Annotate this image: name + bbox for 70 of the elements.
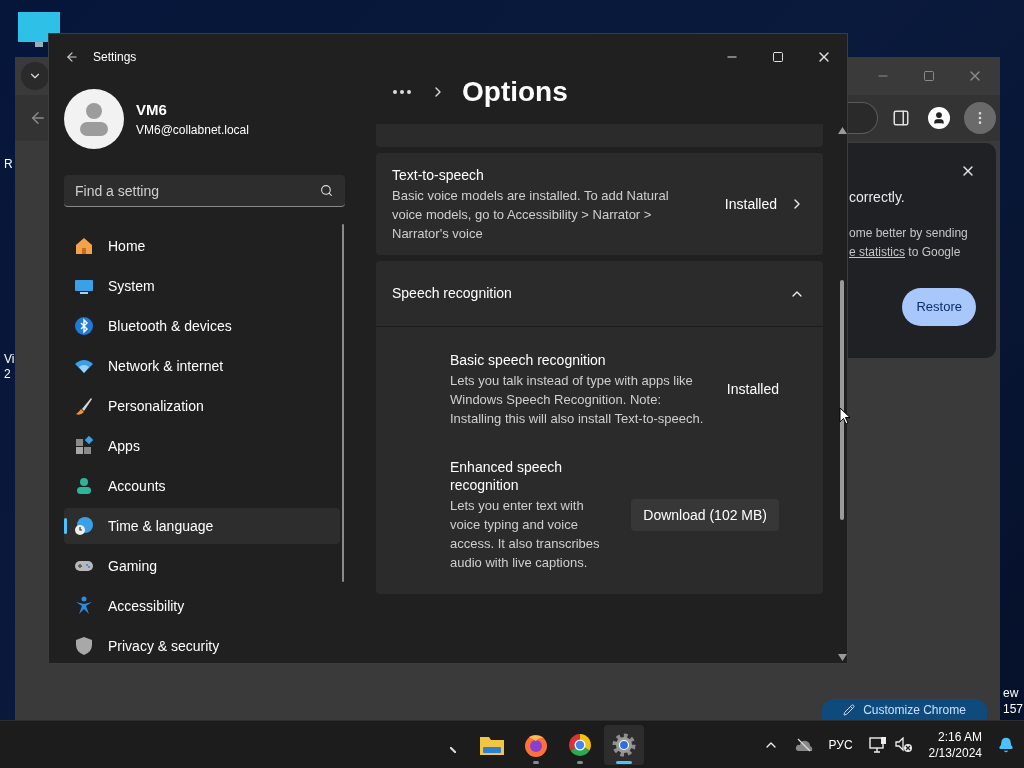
profile-button[interactable] bbox=[928, 107, 950, 129]
person-icon bbox=[74, 476, 94, 496]
nav-item[interactable]: Accounts bbox=[64, 468, 340, 504]
card-title: Text-to-speech bbox=[392, 166, 485, 185]
option-title: Basic speech recognition bbox=[450, 351, 607, 369]
notification-bell-icon[interactable] bbox=[998, 736, 1014, 753]
scroll-thumb[interactable] bbox=[840, 280, 844, 520]
desktop-label: 157 bbox=[1003, 701, 1024, 718]
card-description: Basic voice models are installed. To add Natural voice models, go to Accessibility > Narrator > Narrator's voice bbox=[392, 187, 670, 243]
network-icon[interactable] bbox=[868, 736, 887, 753]
bluetooth-icon bbox=[74, 316, 94, 336]
notice-text: ome better by sending e statistics to Google bbox=[849, 225, 969, 261]
customize-button[interactable]: Customize Chrome bbox=[822, 699, 987, 720]
slash-icon bbox=[450, 746, 456, 753]
accessibility-icon bbox=[74, 596, 94, 616]
nav-item[interactable]: Personalization bbox=[64, 388, 340, 424]
nav-item[interactable]: Time & language bbox=[64, 508, 340, 544]
desktop-label: ew bbox=[1003, 685, 1019, 702]
pencil-icon bbox=[843, 703, 856, 716]
language-indicator[interactable]: РУС bbox=[828, 735, 853, 754]
desktop-label: 2 bbox=[4, 366, 11, 383]
expander-header[interactable]: Speech recognition bbox=[376, 261, 823, 327]
mouse-pointer-icon bbox=[839, 407, 851, 425]
person-silhouette-icon bbox=[79, 102, 109, 136]
page-title: Options bbox=[462, 75, 568, 109]
nav-item[interactable]: Network & internet bbox=[64, 348, 340, 384]
side-panel-icon[interactable] bbox=[892, 109, 910, 127]
nav-item[interactable]: System bbox=[64, 268, 340, 304]
nav-item[interactable]: Privacy & security bbox=[64, 628, 340, 663]
scrollbar[interactable] bbox=[342, 224, 344, 582]
nav-item[interactable]: Accessibility bbox=[64, 588, 340, 624]
scrollbar[interactable] bbox=[837, 124, 847, 663]
statistics-link[interactable]: e statistics bbox=[849, 245, 905, 259]
option-description: Lets you enter text with voice typing and voice access. It also transcribes audio with live captions. bbox=[450, 497, 601, 572]
cloud-off-icon[interactable] bbox=[794, 737, 813, 752]
user-name: VM6 bbox=[136, 99, 168, 120]
window-title: Settings bbox=[93, 49, 137, 66]
globe-clock-icon bbox=[74, 516, 94, 536]
clock-time[interactable]: 2:16 AM bbox=[937, 728, 982, 745]
nav-item[interactable]: Bluetooth & devices bbox=[64, 308, 340, 344]
download-button[interactable]: Download (102 MB) bbox=[631, 499, 779, 531]
scroll-up-icon[interactable] bbox=[837, 127, 847, 134]
speaker-muted-icon[interactable] bbox=[894, 736, 913, 753]
status-text: Installed bbox=[724, 194, 777, 214]
option-description: Lets you talk instead of type with apps like Windows Speech Recognition. Note: Installing this will also install Text-to-speech. bbox=[450, 372, 705, 428]
desktop-label: Vi bbox=[4, 351, 15, 368]
apps-icon bbox=[74, 436, 94, 456]
house-icon bbox=[74, 236, 94, 256]
clock-date[interactable]: 2/13/2024 bbox=[928, 744, 982, 761]
shield-icon bbox=[74, 636, 94, 656]
search-icon bbox=[320, 184, 333, 197]
brush-icon bbox=[74, 396, 94, 416]
gear-icon bbox=[611, 731, 637, 758]
option-title: Enhanced speech recognition bbox=[450, 458, 564, 494]
user-email: VM6@collabnet.local bbox=[136, 122, 249, 140]
menu-button[interactable] bbox=[964, 102, 996, 134]
scroll-down-icon[interactable] bbox=[837, 654, 847, 661]
monitor-icon[interactable] bbox=[17, 12, 61, 50]
nav-item[interactable]: Gaming bbox=[64, 548, 340, 584]
person-icon bbox=[932, 111, 946, 125]
taskbar-app[interactable] bbox=[604, 724, 644, 765]
restore-button[interactable]: Restore bbox=[902, 288, 976, 326]
browser-logo-icon bbox=[567, 731, 593, 758]
notice-heading: correctly. bbox=[849, 188, 906, 207]
settings-card[interactable]: Text-to-speech Basic voice models are installed. To add Natural voice models, go to Accessibility > Narrator > Narrator's voice Installed bbox=[376, 153, 823, 255]
search-field[interactable]: Find a setting bbox=[64, 175, 345, 207]
desktop-label: R bbox=[4, 156, 13, 173]
status-text: Installed bbox=[726, 380, 779, 399]
nav-item[interactable]: Home bbox=[64, 228, 340, 264]
nav-item[interactable]: Apps bbox=[64, 428, 340, 464]
